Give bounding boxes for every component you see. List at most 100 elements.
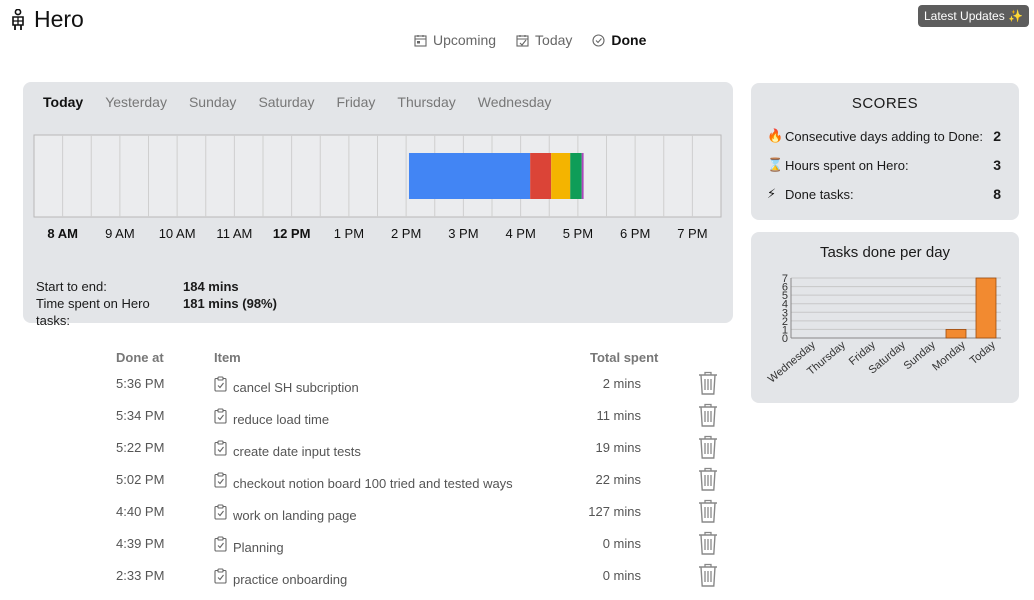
total-spent-cell: 127 mins xyxy=(588,504,641,519)
tab-wednesday[interactable]: Wednesday xyxy=(478,94,552,110)
item-label: checkout notion board 100 tried and test… xyxy=(233,476,513,491)
score-row-done-tasks: ⚡ Done tasks: 8 xyxy=(767,186,1001,202)
score-row-hours-spent: ⌛ Hours spent on Hero: 3 xyxy=(767,157,1001,173)
header-done-at: Done at xyxy=(116,350,164,365)
item-cell: cancel SH subcription xyxy=(214,376,359,395)
nav-done-label: Done xyxy=(611,32,647,48)
hour-label: 8 AM xyxy=(47,226,78,241)
start-to-end-label: Start to end: xyxy=(36,279,107,294)
trash-icon xyxy=(699,499,717,523)
item-label: reduce load time xyxy=(233,412,330,427)
score-value: 8 xyxy=(993,186,1001,202)
done-at-cell: 5:02 PM xyxy=(116,472,165,487)
x-tick-label: Today xyxy=(968,339,999,367)
delete-task-button[interactable] xyxy=(697,434,719,463)
hour-label: 2 PM xyxy=(390,226,422,241)
tab-today[interactable]: Today xyxy=(43,94,83,110)
timeline-task-segment[interactable] xyxy=(408,153,531,199)
delete-task-button[interactable] xyxy=(697,562,719,591)
scores-card: SCORES 🔥 Consecutive days adding to Done… xyxy=(751,83,1019,220)
score-label: Done tasks: xyxy=(785,186,854,202)
nav-today-label: Today xyxy=(535,32,573,48)
delete-task-button[interactable] xyxy=(697,402,719,431)
y-tick-label: 7 xyxy=(782,273,788,285)
delete-task-button[interactable] xyxy=(697,466,719,495)
table-row: 5:22 PM create date input tests 19 mins xyxy=(0,435,740,472)
trash-icon xyxy=(699,371,717,395)
app-title: Hero xyxy=(34,6,84,32)
calendar-today-icon xyxy=(516,34,529,47)
nav-upcoming[interactable]: Upcoming xyxy=(414,32,496,48)
score-label: Hours spent on Hero: xyxy=(785,157,909,173)
table-row: 5:34 PM reduce load time 11 mins xyxy=(0,403,740,440)
clipboard-check-icon xyxy=(214,408,227,424)
trash-icon xyxy=(699,531,717,555)
done-at-cell: 5:34 PM xyxy=(116,408,165,423)
day-tabs: Today Yesterday Sunday Saturday Friday T… xyxy=(43,94,573,110)
item-cell: checkout notion board 100 tried and test… xyxy=(214,472,513,491)
timeline-card: Today Yesterday Sunday Saturday Friday T… xyxy=(23,82,733,328)
check-circle-icon xyxy=(592,33,605,47)
total-spent-cell: 0 mins xyxy=(602,536,641,551)
tab-thursday[interactable]: Thursday xyxy=(397,94,455,110)
timeline-hour-labels: 8 AM 9 AM 10 AM 11 AM 12 PM 1 PM 2 PM 3 PM 4 PM 5… xyxy=(23,226,733,244)
delete-task-button[interactable] xyxy=(697,530,719,559)
timeline-task-segment[interactable] xyxy=(581,153,584,199)
trash-icon xyxy=(699,467,717,491)
done-at-cell: 5:36 PM xyxy=(116,376,165,391)
delete-task-button[interactable] xyxy=(697,498,719,527)
item-label: create date input tests xyxy=(233,444,361,459)
header-item: Item xyxy=(214,350,241,365)
done-at-cell: 5:22 PM xyxy=(116,440,165,455)
timeline-task-segment[interactable] xyxy=(570,153,582,199)
hour-label: 7 PM xyxy=(677,226,708,241)
trash-icon xyxy=(699,403,717,427)
tab-yesterday[interactable]: Yesterday xyxy=(105,94,167,110)
scores-title: SCORES xyxy=(851,95,919,112)
x-tick-label: Wednesday xyxy=(766,339,818,386)
total-spent-cell: 2 mins xyxy=(602,376,641,391)
bar-monday xyxy=(945,329,967,339)
score-row-consecutive-days: 🔥 Consecutive days adding to Done: 2 xyxy=(767,128,1001,144)
calendar-icon xyxy=(414,34,427,47)
hour-label: 4 PM xyxy=(505,226,536,241)
tab-saturday[interactable]: Saturday xyxy=(258,94,314,110)
item-cell: Planning xyxy=(214,536,284,555)
item-label: Planning xyxy=(233,540,284,555)
start-to-end-value: 184 mins xyxy=(183,279,239,294)
tab-friday[interactable]: Friday xyxy=(336,94,375,110)
timeline-task-segment[interactable] xyxy=(551,153,571,199)
hour-label: 10 AM xyxy=(158,226,196,241)
hour-label: 9 AM xyxy=(105,226,135,241)
hour-label: 11 AM xyxy=(216,226,253,241)
clipboard-check-icon xyxy=(214,504,227,520)
time-spent-label: Time spent on Hero tasks: xyxy=(36,296,150,328)
total-spent-cell: 0 mins xyxy=(602,568,641,583)
item-label: work on landing page xyxy=(233,508,357,523)
hero-logo-icon xyxy=(12,9,24,30)
header-total-spent: Total spent xyxy=(590,350,659,365)
nav-upcoming-label: Upcoming xyxy=(433,32,497,48)
nav-done[interactable]: Done xyxy=(592,32,646,48)
timeline-chart xyxy=(33,134,722,218)
item-cell: create date input tests xyxy=(214,440,361,459)
table-row: 2:33 PM practice onboarding 0 mins xyxy=(0,563,740,600)
item-label: cancel SH subcription xyxy=(233,380,359,395)
done-at-cell: 2:33 PM xyxy=(116,568,165,583)
tab-sunday[interactable]: Sunday xyxy=(189,94,236,110)
hour-label: 3 PM xyxy=(448,226,479,241)
table-row: 5:36 PM cancel SH subcription 2 mins xyxy=(0,371,740,408)
clipboard-check-icon xyxy=(214,376,227,392)
score-value: 2 xyxy=(993,128,1001,144)
done-at-cell: 4:40 PM xyxy=(116,504,165,519)
trash-icon xyxy=(699,563,717,587)
nav-today[interactable]: Today xyxy=(516,32,572,48)
tasks-per-day-card: Tasks done per day 0 1 2 3 4 5 6 7 Wednesday Thur… xyxy=(751,232,1019,403)
tasks-per-day-chart: 01234567WednesdayThursdayFridaySaturdayS… xyxy=(766,273,1001,386)
timeline-task-segment[interactable] xyxy=(530,153,552,199)
delete-task-button[interactable] xyxy=(697,370,719,399)
latest-updates-button[interactable]: Latest Updates ✨ xyxy=(918,5,1029,27)
hour-label: 5 PM xyxy=(562,226,594,241)
done-at-cell: 4:39 PM xyxy=(116,536,165,551)
x-tick-label: Monday xyxy=(930,339,968,374)
